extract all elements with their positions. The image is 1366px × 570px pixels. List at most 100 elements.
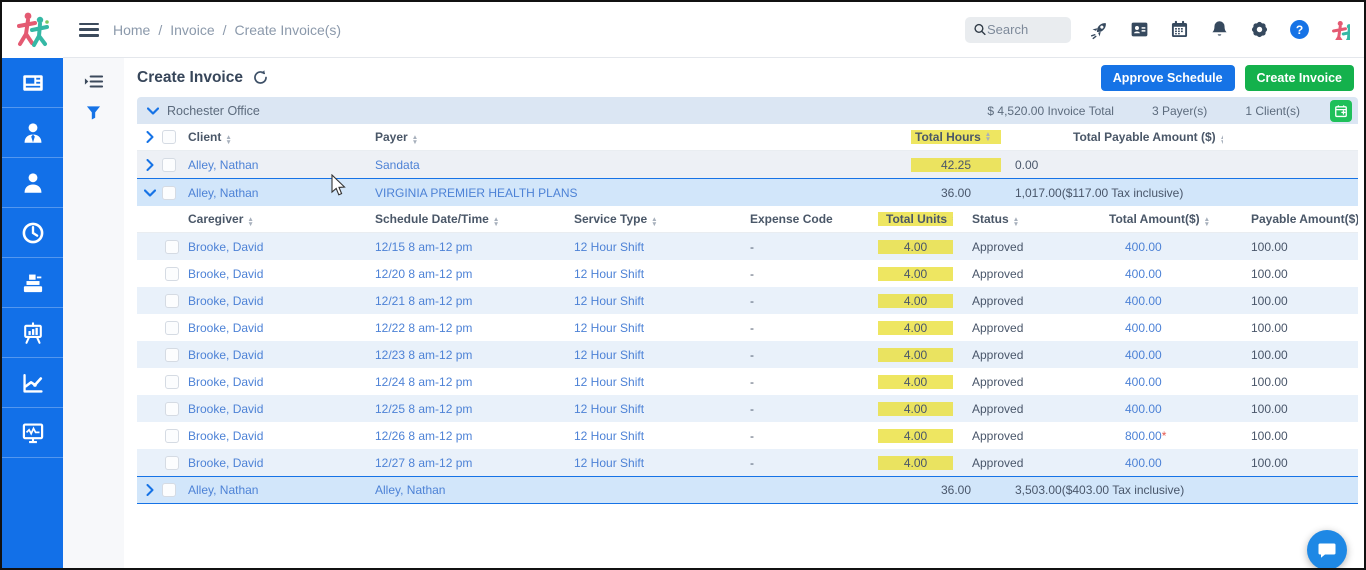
caregiver-name[interactable]: Brooke, David xyxy=(184,429,367,443)
profile-logo-icon[interactable] xyxy=(1329,19,1350,40)
row-checkbox[interactable] xyxy=(165,402,179,416)
sidebar-item-clients[interactable] xyxy=(2,158,63,208)
col-units[interactable]: Total Units▲▼ xyxy=(878,212,953,226)
total-amount-link[interactable]: 400.00 xyxy=(1097,267,1217,281)
select-all-checkbox[interactable] xyxy=(162,130,176,144)
sidebar-item-scheduling[interactable] xyxy=(2,208,63,258)
schedule-datetime[interactable]: 12/15 8 am-12 pm xyxy=(367,240,562,254)
payer-row-sandata[interactable]: Alley, Nathan Sandata 42.25 0.00 xyxy=(137,151,1358,178)
collapse-menu-icon[interactable] xyxy=(63,58,124,90)
caregiver-name[interactable]: Brooke, David xyxy=(184,240,367,254)
schedule-row[interactable]: Brooke, David 12/25 8 am-12 pm 12 Hour S… xyxy=(137,395,1358,422)
hamburger-icon[interactable] xyxy=(79,23,99,37)
col-payable[interactable]: Payable Amount($)▲▼ xyxy=(1217,212,1358,227)
schedule-row[interactable]: Brooke, David 12/26 8 am-12 pm 12 Hour S… xyxy=(137,422,1358,449)
total-amount-link[interactable]: 400.00 xyxy=(1097,456,1217,470)
service-type[interactable]: 12 Hour Shift xyxy=(562,294,742,308)
app-logo[interactable] xyxy=(2,2,63,58)
col-total-hours[interactable]: Total Hours▲▼ xyxy=(911,130,1001,144)
row-checkbox[interactable] xyxy=(162,158,176,172)
row-checkbox[interactable] xyxy=(162,483,176,497)
sidebar-item-analytics[interactable] xyxy=(2,358,63,408)
schedule-row[interactable]: Brooke, David 12/24 8 am-12 pm 12 Hour S… xyxy=(137,368,1358,395)
caregiver-name[interactable]: Brooke, David xyxy=(184,348,367,362)
service-type[interactable]: 12 Hour Shift xyxy=(562,375,742,389)
gear-icon[interactable] xyxy=(1249,19,1270,40)
calendar-add-button[interactable] xyxy=(1330,100,1352,122)
row-checkbox[interactable] xyxy=(165,429,179,443)
service-type[interactable]: 12 Hour Shift xyxy=(562,456,742,470)
payer-name[interactable]: VIRGINIA PREMIER HEALTH PLANS xyxy=(367,186,911,200)
col-status[interactable]: Status▲▼ xyxy=(953,212,1097,227)
row-checkbox[interactable] xyxy=(165,240,179,254)
col-service[interactable]: Service Type▲▼ xyxy=(562,212,742,227)
chevron-down-icon[interactable] xyxy=(147,107,159,115)
service-type[interactable]: 12 Hour Shift xyxy=(562,348,742,362)
client-name[interactable]: Alley, Nathan xyxy=(184,186,367,200)
schedule-datetime[interactable]: 12/27 8 am-12 pm xyxy=(367,456,562,470)
chevron-right-icon[interactable] xyxy=(137,131,162,143)
payer-row-alley-nathan[interactable]: Alley, Nathan Alley, Nathan 36.00 3,503.… xyxy=(137,476,1358,504)
global-search[interactable] xyxy=(965,17,1071,43)
breadcrumb-invoice[interactable]: Invoice xyxy=(170,22,214,38)
search-input[interactable] xyxy=(987,22,1063,37)
service-type[interactable]: 12 Hour Shift xyxy=(562,267,742,281)
schedule-row[interactable]: Brooke, David 12/23 8 am-12 pm 12 Hour S… xyxy=(137,341,1358,368)
help-icon[interactable]: ? xyxy=(1289,19,1310,40)
row-checkbox[interactable] xyxy=(165,321,179,335)
caregiver-name[interactable]: Brooke, David xyxy=(184,375,367,389)
calendar-icon[interactable] xyxy=(1169,19,1190,40)
row-checkbox[interactable] xyxy=(162,186,176,200)
chat-widget-button[interactable] xyxy=(1307,530,1347,570)
bell-icon[interactable] xyxy=(1209,19,1230,40)
chevron-right-icon[interactable] xyxy=(137,159,162,171)
schedule-datetime[interactable]: 12/20 8 am-12 pm xyxy=(367,267,562,281)
service-type[interactable]: 12 Hour Shift xyxy=(562,240,742,254)
client-name[interactable]: Alley, Nathan xyxy=(184,483,367,497)
refresh-icon[interactable] xyxy=(252,69,269,86)
chevron-down-icon[interactable] xyxy=(137,189,162,197)
col-payer[interactable]: Payer▲▼ xyxy=(367,130,911,145)
chevron-right-icon[interactable] xyxy=(137,484,162,496)
schedule-datetime[interactable]: 12/23 8 am-12 pm xyxy=(367,348,562,362)
sidebar-item-reports[interactable] xyxy=(2,308,63,358)
rocket-icon[interactable] xyxy=(1089,19,1110,40)
sidebar-item-dashboard[interactable] xyxy=(2,58,63,108)
row-checkbox[interactable] xyxy=(165,456,179,470)
total-amount-link[interactable]: 400.00 xyxy=(1097,348,1217,362)
service-type[interactable]: 12 Hour Shift xyxy=(562,429,742,443)
schedule-row[interactable]: Brooke, David 12/15 8 am-12 pm 12 Hour S… xyxy=(137,233,1358,260)
caregiver-name[interactable]: Brooke, David xyxy=(184,294,367,308)
schedule-row[interactable]: Brooke, David 12/21 8 am-12 pm 12 Hour S… xyxy=(137,287,1358,314)
payer-row-virginia-premier[interactable]: Alley, Nathan VIRGINIA PREMIER HEALTH PL… xyxy=(137,178,1358,206)
schedule-datetime[interactable]: 12/26 8 am-12 pm xyxy=(367,429,562,443)
row-checkbox[interactable] xyxy=(165,294,179,308)
caregiver-name[interactable]: Brooke, David xyxy=(184,456,367,470)
row-checkbox[interactable] xyxy=(165,375,179,389)
id-card-icon[interactable] xyxy=(1129,19,1150,40)
filter-icon[interactable] xyxy=(63,90,124,120)
sidebar-item-monitoring[interactable] xyxy=(2,408,63,458)
col-total-payable[interactable]: Total Payable Amount ($)▲▼ xyxy=(1001,130,1223,145)
col-amount[interactable]: Total Amount($)▲▼ xyxy=(1097,212,1217,227)
row-checkbox[interactable] xyxy=(165,267,179,281)
payer-name[interactable]: Alley, Nathan xyxy=(367,483,911,497)
sidebar-item-billing[interactable] xyxy=(2,258,63,308)
approve-schedule-button[interactable]: Approve Schedule xyxy=(1101,65,1235,91)
total-amount-link[interactable]: 400.00 xyxy=(1097,294,1217,308)
service-type[interactable]: 12 Hour Shift xyxy=(562,321,742,335)
create-invoice-button[interactable]: Create Invoice xyxy=(1245,65,1354,91)
total-amount-link[interactable]: 400.00 xyxy=(1097,240,1217,254)
schedule-datetime[interactable]: 12/21 8 am-12 pm xyxy=(367,294,562,308)
total-amount-link[interactable]: 800.00* xyxy=(1097,429,1217,443)
office-group-header[interactable]: Rochester Office $ 4,520.00 Invoice Tota… xyxy=(137,97,1358,124)
breadcrumb-home[interactable]: Home xyxy=(113,22,150,38)
total-amount-link[interactable]: 400.00 xyxy=(1097,402,1217,416)
schedule-datetime[interactable]: 12/24 8 am-12 pm xyxy=(367,375,562,389)
sidebar-item-caregivers[interactable] xyxy=(2,108,63,158)
total-amount-link[interactable]: 400.00 xyxy=(1097,375,1217,389)
service-type[interactable]: 12 Hour Shift xyxy=(562,402,742,416)
col-caregiver[interactable]: Caregiver▲▼ xyxy=(184,212,367,227)
row-checkbox[interactable] xyxy=(165,348,179,362)
schedule-row[interactable]: Brooke, David 12/22 8 am-12 pm 12 Hour S… xyxy=(137,314,1358,341)
